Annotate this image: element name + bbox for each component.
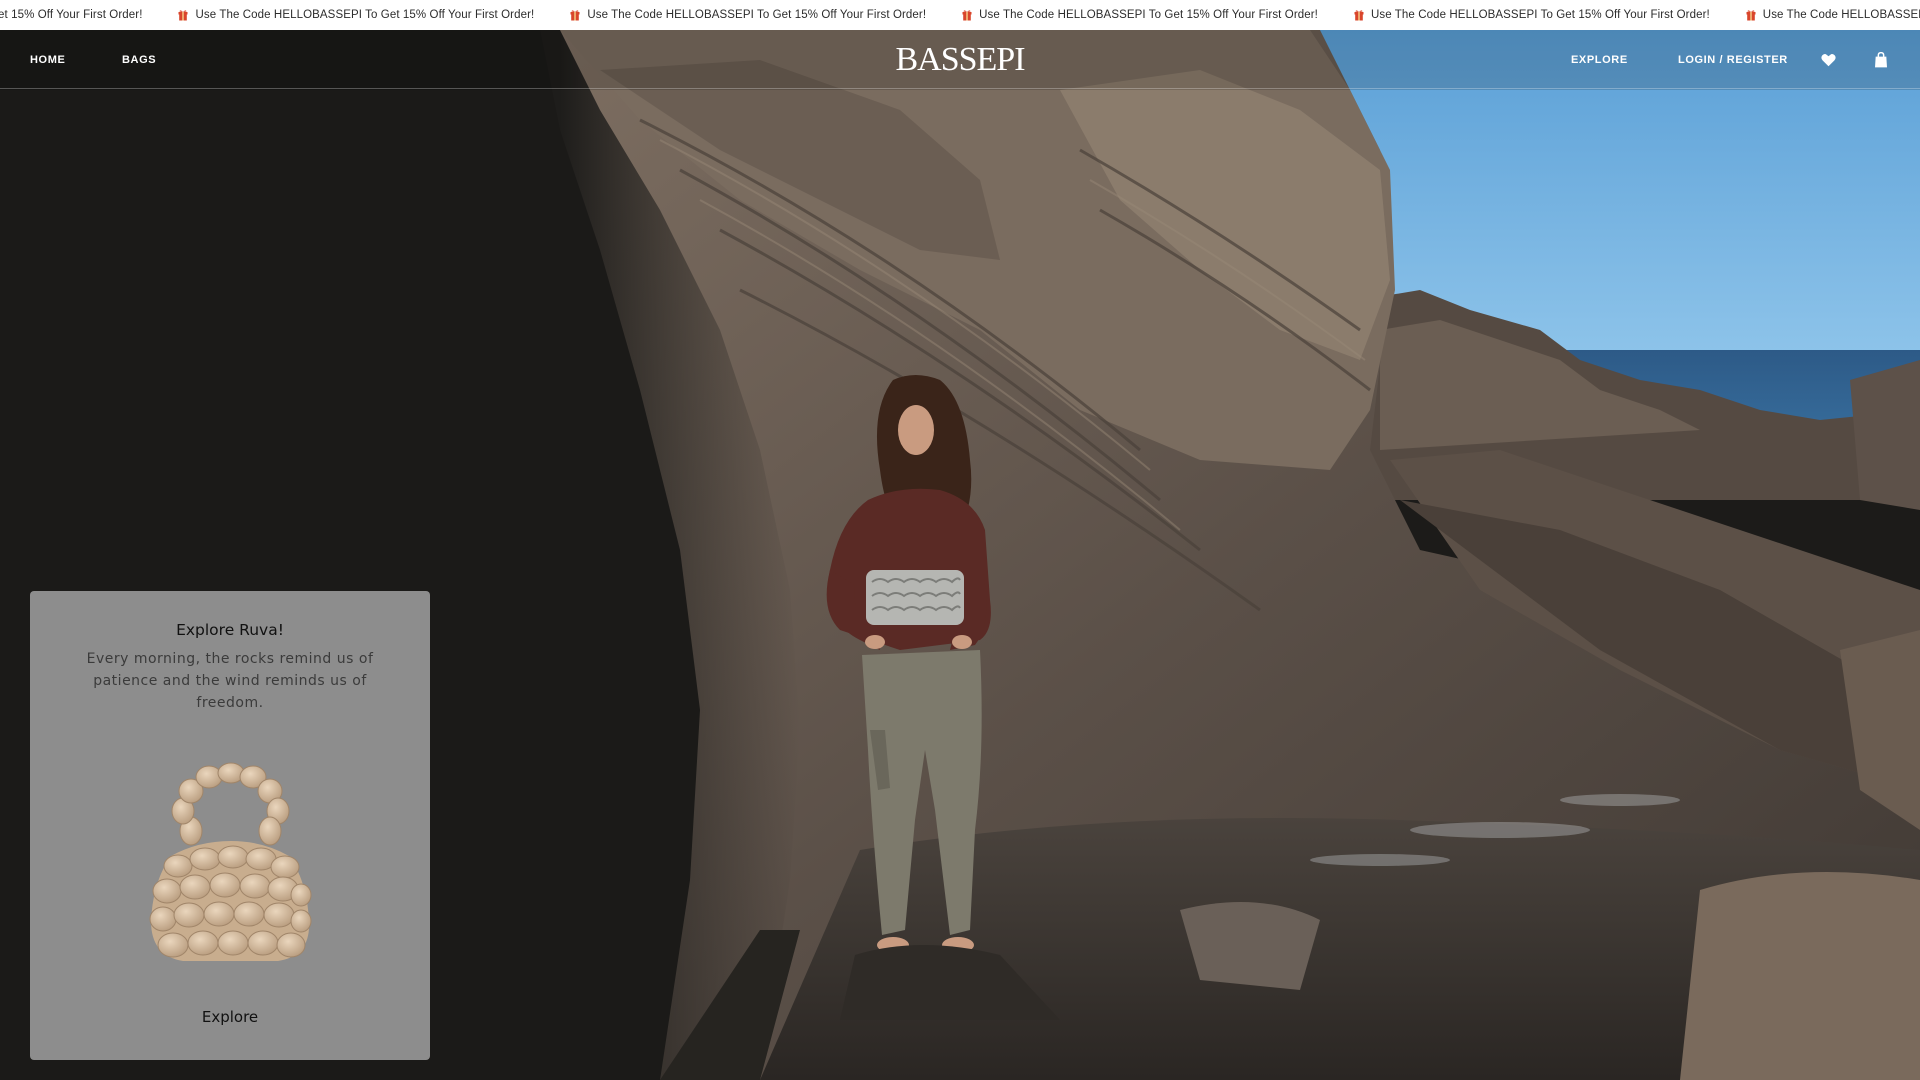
announcement-item: Use The Code HELLOBASSEPI To Get 15% Off…	[1746, 9, 1920, 21]
gift-icon	[1746, 10, 1756, 21]
announcement-text: Use The Code HELLOBASSEPI To Get 15% Off…	[1370, 9, 1710, 21]
promo-card[interactable]: Explore Ruva! Every morning, the rocks r…	[30, 591, 430, 1060]
nav-explore-link[interactable]: EXPLORE	[1571, 30, 1628, 89]
nav-bags-link[interactable]: BAGS	[122, 30, 156, 89]
announcement-text: Use The Code HELLOBASSEPI To Get 15% Off…	[1762, 9, 1920, 21]
gift-icon	[570, 10, 580, 21]
heart-icon	[1820, 53, 1836, 66]
wishlist-button[interactable]	[1817, 30, 1839, 89]
announcement-item: Use The Code HELLOBASSEPI To Get 15% Off…	[1354, 9, 1746, 21]
announcement-item: Use The Code HELLOBASSEPI To Get 15% Off…	[178, 9, 570, 21]
announcement-text: Use The Code HELLOBASSEPI To Get 15% Off…	[195, 9, 535, 21]
shopping-bag-icon	[1875, 51, 1887, 67]
nav-home-link[interactable]: HOME	[30, 30, 65, 89]
announcement-item: Use The Code HELLOBASSEPI To Get 15% Off…	[570, 9, 962, 21]
announcement-text: Use The Code HELLOBASSEPI To Get 15% Off…	[979, 9, 1318, 21]
gift-icon	[1354, 10, 1364, 21]
announcement-item: Use The Code HELLOBASSEPI To Get 15% Off…	[962, 9, 1354, 21]
gift-icon	[962, 10, 972, 21]
announcement-track: et 15% Off Your First Order! Use The Cod…	[0, 0, 1920, 30]
promo-card-description: Every morning, the rocks remind us of pa…	[86, 651, 374, 711]
promo-card-explore-link[interactable]: Explore	[180, 1008, 280, 1026]
announcement-text: Use The Code HELLOBASSEPI To Get 15% Off…	[587, 9, 927, 21]
nav-login-register-link[interactable]: LOGIN / REGISTER	[1678, 30, 1788, 89]
promo-card-title: Explore Ruva!	[176, 621, 284, 639]
cart-button[interactable]	[1870, 30, 1892, 89]
announcement-fragment: et 15% Off Your First Order!	[0, 9, 143, 21]
product-image-knot-bag[interactable]	[143, 761, 318, 966]
announcement-bar: et 15% Off Your First Order! Use The Cod…	[0, 0, 1920, 30]
gift-icon	[178, 10, 188, 21]
site-header: HOME BAGS EXPLORE LOGIN / REGISTER	[0, 30, 1920, 89]
